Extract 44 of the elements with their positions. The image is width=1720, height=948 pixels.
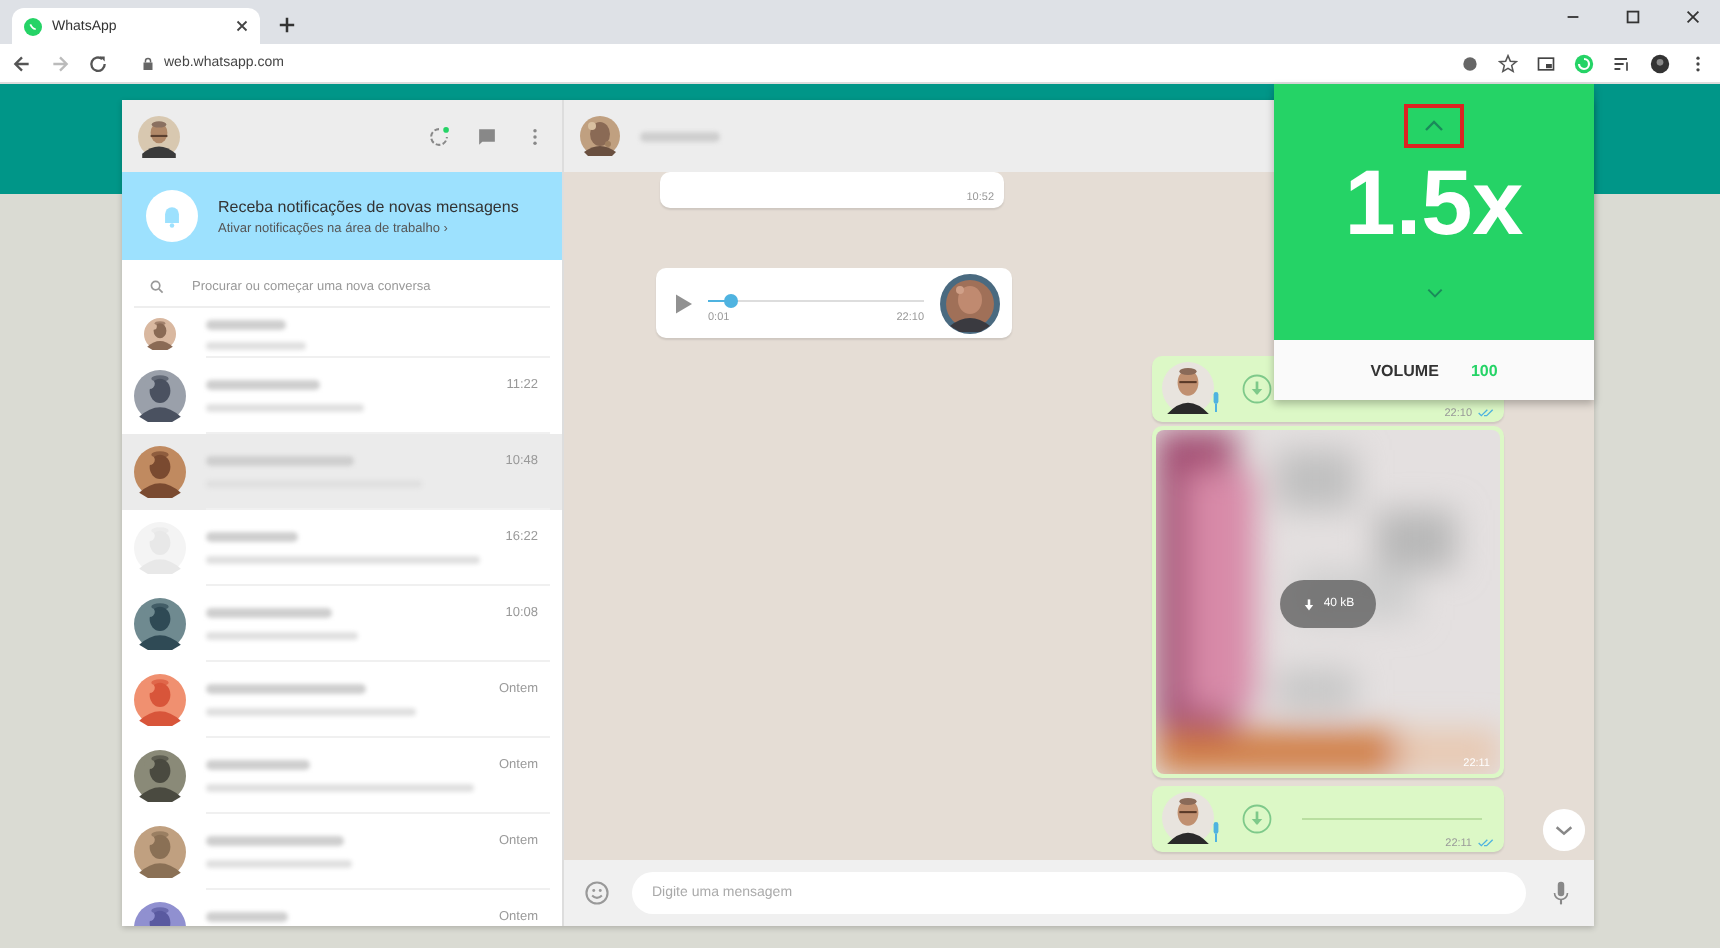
double-check-icon [1478,408,1494,418]
close-icon[interactable] [236,20,248,32]
close-icon[interactable] [1684,7,1702,25]
back-icon[interactable] [12,53,32,73]
message-icon[interactable] [476,125,498,147]
blurred-text [206,320,286,330]
chevron-up-icon[interactable] [1404,104,1464,148]
forward-icon[interactable] [50,53,70,73]
picture-in-picture-icon[interactable] [1536,53,1556,73]
blurred-text [206,912,288,922]
notification-title: Receba notificações de novas mensagens [218,197,519,215]
download-icon [1301,597,1316,611]
playback-speed: 1.5x [1344,156,1524,248]
microphone-icon[interactable] [1548,880,1574,906]
plus-icon[interactable] [278,16,296,34]
blurred-text [640,131,720,141]
volume-label: VOLUME [1370,361,1439,379]
lock-icon [142,55,154,71]
search-icon [150,279,164,293]
emoji-icon[interactable] [584,880,610,906]
download-icon[interactable] [1242,373,1272,403]
download-icon[interactable] [1242,803,1272,833]
chat-bubble-icon [24,17,42,35]
chevron-down-icon[interactable] [1425,288,1443,298]
blurred-text [206,380,320,390]
microphone-icon [1212,822,1220,842]
extension-icon[interactable] [1460,53,1480,73]
blurred-text [206,760,310,770]
double-check-icon [1478,838,1494,848]
maximize-icon[interactable] [1624,7,1642,25]
reload-icon[interactable] [88,53,108,73]
play-icon[interactable] [676,293,692,313]
blurred-text [206,608,332,618]
audio-slider-thumb[interactable] [723,293,738,307]
profile-avatar-icon[interactable] [1650,53,1670,73]
status-icon[interactable] [428,125,450,147]
volume-value[interactable]: 100 [1470,361,1498,379]
microphone-icon [1212,392,1220,412]
scroll-down-button[interactable] [1542,808,1586,852]
blurred-text [206,836,344,846]
blurred-text [206,532,298,542]
star-icon[interactable] [1498,53,1518,73]
bell-icon [146,190,198,242]
playlist-icon[interactable] [1612,53,1632,73]
